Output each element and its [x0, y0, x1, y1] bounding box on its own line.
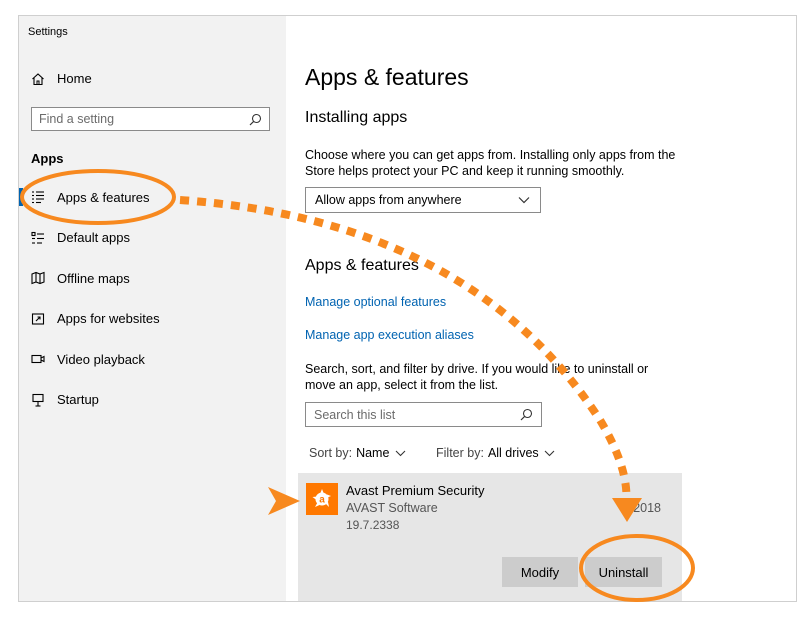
apps-features-heading: Apps & features: [305, 257, 419, 274]
installing-apps-description: Choose where you can get apps from. Inst…: [305, 148, 676, 178]
sidebar-item-label: Offline maps: [57, 270, 130, 286]
sidebar-home[interactable]: Home: [31, 71, 92, 86]
video-icon: [31, 352, 45, 366]
manage-execution-aliases-link[interactable]: Manage app execution aliases: [305, 328, 474, 342]
settings-window: Settings Home Find a setting Apps Apps &…: [18, 15, 797, 602]
sidebar-item-label: Startup: [57, 392, 99, 408]
home-label: Home: [57, 71, 92, 86]
sidebar-item-label: Video playback: [57, 351, 145, 367]
apps-list-description: Search, sort, and filter by drive. If yo…: [305, 362, 649, 392]
manage-optional-features-link[interactable]: Manage optional features: [305, 295, 446, 309]
sidebar-item-apps-features[interactable]: Apps & features: [19, 177, 286, 218]
filter-by-control[interactable]: Filter by: All drives: [436, 446, 557, 460]
app-name: Avast Premium Security: [346, 483, 485, 498]
find-setting-placeholder: Find a setting: [39, 112, 115, 126]
sidebar-item-apps-websites[interactable]: Apps for websites: [19, 299, 286, 340]
sidebar-item-label: Apps & features: [57, 189, 150, 205]
installing-apps-heading: Installing apps: [305, 109, 408, 126]
chevron-down-icon: [393, 446, 407, 460]
sidebar-item-label: Apps for websites: [57, 311, 160, 327]
app-source-value: Allow apps from anywhere: [315, 193, 462, 207]
find-setting-input[interactable]: Find a setting: [31, 107, 270, 131]
list-icon: [31, 190, 45, 204]
search-list-placeholder: Search this list: [314, 407, 396, 422]
avast-app-icon: a: [306, 483, 338, 515]
app-source-dropdown[interactable]: Allow apps from anywhere: [305, 187, 541, 213]
app-list-item-avast[interactable]: a Avast Premium Security AVAST Software …: [298, 473, 682, 601]
default-apps-icon: [31, 231, 45, 245]
chevron-down-icon: [543, 446, 557, 460]
search-icon[interactable]: [519, 408, 533, 422]
window-title: Settings: [28, 26, 68, 38]
sidebar-nav: Apps & features Default apps Offline map…: [19, 177, 286, 420]
sidebar-item-startup[interactable]: Startup: [19, 380, 286, 421]
app-publisher: AVAST Software: [346, 501, 438, 515]
search-icon[interactable]: [248, 112, 262, 126]
website-icon: [31, 312, 45, 326]
chevron-down-icon: [517, 193, 531, 207]
section-label-apps: Apps: [31, 151, 64, 166]
modify-button[interactable]: Modify: [502, 557, 578, 587]
sort-value: Name: [356, 446, 390, 460]
map-icon: [31, 271, 45, 285]
filter-value: All drives: [487, 446, 539, 460]
sidebar: Settings Home Find a setting Apps Apps &…: [19, 16, 286, 601]
main-content: Apps & features Installing apps Choose w…: [286, 16, 796, 601]
sidebar-item-video-playback[interactable]: Video playback: [19, 339, 286, 380]
sidebar-item-default-apps[interactable]: Default apps: [19, 218, 286, 259]
sidebar-item-offline-maps[interactable]: Offline maps: [19, 258, 286, 299]
sort-label: Sort by:: [309, 446, 353, 460]
app-version: 19.7.2338: [346, 518, 400, 532]
home-icon: [31, 72, 45, 86]
page-title: Apps & features: [305, 64, 469, 90]
startup-icon: [31, 393, 45, 407]
svg-text:a: a: [319, 495, 325, 506]
app-install-date: 0/2018: [622, 501, 661, 515]
sidebar-item-label: Default apps: [57, 230, 130, 246]
uninstall-button[interactable]: Uninstall: [585, 557, 662, 587]
search-list-input[interactable]: Search this list: [305, 402, 542, 427]
filter-label: Filter by:: [436, 446, 484, 460]
sort-by-control[interactable]: Sort by: Name: [309, 446, 407, 460]
